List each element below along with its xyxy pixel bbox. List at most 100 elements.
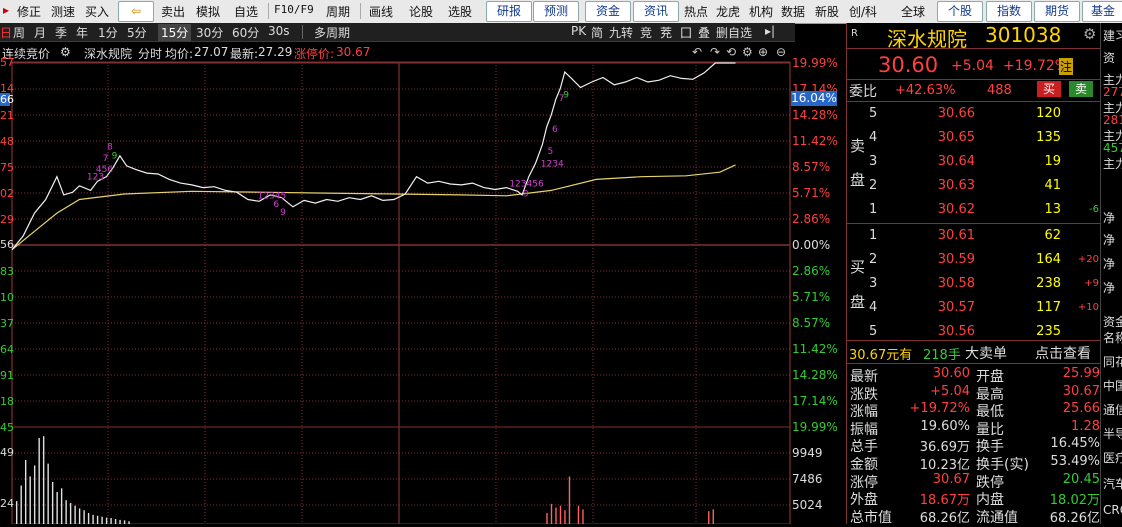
buy-button[interactable]: 买 — [1037, 81, 1061, 97]
toolbar-star[interactable]: 创/科 — [849, 3, 877, 20]
weibi-label: 委比 — [849, 84, 877, 100]
volume-bar — [51, 481, 54, 524]
stat-row: 涨幅 +19.72% 最低 25.66 — [850, 401, 1100, 420]
bid-level: 5 — [869, 324, 878, 339]
fund-flow-text: 汽车 — [1103, 477, 1122, 491]
volume-bar — [123, 520, 126, 524]
toolbar-index-button[interactable]: 指数 — [986, 1, 1032, 22]
bid-volume: 164 — [1036, 252, 1061, 267]
volume-bar — [96, 515, 99, 524]
gear-icon[interactable]: ⚙ — [1083, 25, 1096, 43]
right-tick: 19.99% — [792, 56, 838, 70]
chart-grid — [11, 61, 791, 524]
bid-change: +20 — [1077, 254, 1099, 265]
vol-tick: 9949 — [792, 446, 823, 460]
right-tick: 2.86% — [792, 264, 831, 278]
ask-row[interactable]: 1 30.62 13 -6 — [847, 200, 1101, 221]
left-tick: 48 — [0, 135, 14, 148]
series-last-path — [11, 62, 736, 250]
volume-bar — [101, 516, 103, 524]
td-seq-label: 5 — [548, 147, 554, 157]
volume-bars — [15, 436, 714, 524]
volume-bar — [24, 459, 27, 524]
volume-bar — [87, 513, 90, 524]
bid-row[interactable]: 4 30.57 117 +10 — [847, 298, 1101, 319]
ask-price: 30.63 — [937, 178, 975, 193]
right-tick: 14.28% — [792, 108, 838, 122]
stat-value: 68.26亿 — [919, 510, 970, 526]
stat-row: 涨跌 +5.04 最高 30.67 — [850, 383, 1100, 403]
fund-flow-text: 净 — [1103, 211, 1116, 225]
right-tick: 8.57% — [792, 316, 831, 330]
bid-volume: 238 — [1036, 276, 1061, 291]
stat-value: 10.23亿 — [919, 458, 970, 473]
sell-button[interactable]: 卖 — [1069, 81, 1093, 97]
vol-tick: 5024 — [792, 498, 823, 512]
volume-bar — [74, 505, 76, 524]
left-tick: 24 — [0, 497, 14, 510]
toolbar-futures-button[interactable]: 期货 — [1034, 1, 1080, 22]
bid-row[interactable]: 3 30.58 238 +9 — [847, 274, 1101, 295]
ask-level: 1 — [869, 202, 878, 217]
fund-flow-text: 建习 — [1103, 29, 1122, 43]
fund-flow-text: 同花 — [1103, 355, 1122, 369]
left-tick: 29 — [0, 213, 14, 226]
ask-volume: 41 — [1044, 178, 1061, 193]
left-tick: 57 — [0, 56, 14, 69]
quote-panel: R 深水规院 301038 ⚙ 30.60 +5.04 +19.72% 注 委比… — [846, 23, 1101, 526]
ask-row[interactable]: 4 30.65 135 — [847, 128, 1101, 149]
right-tick: 11.42% — [792, 134, 838, 148]
ask-row[interactable]: 3 30.64 19 — [847, 152, 1101, 173]
right-tick: 11.42% — [792, 342, 838, 356]
stock-code: 301038 — [985, 23, 1062, 47]
volume-bar — [42, 436, 45, 524]
volume-bar — [712, 509, 714, 524]
fund-flow-text: 通信 — [1103, 403, 1122, 417]
bid-level: 3 — [869, 276, 878, 291]
ask-price: 30.65 — [937, 130, 975, 145]
bid-change: +9 — [1084, 278, 1099, 289]
ask-row[interactable]: 2 30.63 41 — [847, 176, 1101, 197]
td-seq-label: 9 — [523, 190, 529, 200]
td-sequence-labels: 1234567891234569123456912345679 — [87, 91, 569, 218]
bid-row[interactable]: 1 30.61 62 — [847, 226, 1101, 247]
weibi-value: +42.63% — [895, 83, 956, 98]
bid-level: 2 — [869, 252, 878, 267]
fund-flow-text: 净 — [1103, 257, 1116, 271]
bid-price: 30.58 — [937, 276, 975, 291]
big-order-link[interactable]: 点击查看 — [1035, 343, 1091, 363]
left-tick: 64 — [0, 343, 14, 356]
fund-flow-text: 281 — [1103, 113, 1122, 127]
chart-frame — [11, 61, 791, 524]
volume-bar — [69, 502, 72, 524]
td-seq-label: 9 — [563, 91, 569, 101]
toolbar-stock-button[interactable]: 个股 — [937, 1, 983, 22]
ask-row[interactable]: 5 30.66 120 — [847, 104, 1101, 125]
stat-row: 外盘 18.67万 内盘 18.02万 — [850, 489, 1100, 508]
right-tick: 0.00% — [792, 238, 831, 252]
bid-level: 1 — [869, 228, 878, 243]
ask-volume: 13 — [1044, 202, 1061, 217]
ask-change: -6 — [1089, 204, 1099, 215]
right-tick: 5.71% — [792, 290, 831, 304]
stat-value: 53.49% — [1050, 454, 1100, 469]
td-seq-label: 12345 — [258, 192, 287, 202]
big-order-label: 大卖单 — [965, 346, 1007, 362]
td-seq-label: 7 — [103, 154, 109, 164]
volume-bar — [15, 501, 18, 524]
volume-bar — [20, 485, 22, 524]
fund-flow-text: 医疗 — [1103, 451, 1122, 465]
bid-row[interactable]: 2 30.59 164 +20 — [847, 250, 1101, 271]
big-order-price: 30.67元有 — [849, 348, 913, 363]
ask-level: 3 — [869, 154, 878, 169]
toolbar-fund-button[interactable]: 基金 — [1082, 1, 1122, 22]
stat-value: 30.67 — [932, 471, 970, 487]
stat-row: 总市值 68.26亿 流通值 68.26亿 — [850, 507, 1100, 526]
ask-volume: 19 — [1044, 154, 1061, 169]
stat-row: 最新 30.60 开盘 25.99 — [850, 366, 1100, 385]
toolbar-global[interactable]: 全球 — [901, 3, 925, 20]
code-flag: R — [851, 28, 858, 39]
intraday-chart[interactable]: 1234567891234569123456912345679 — [0, 0, 846, 524]
ask-level: 4 — [869, 130, 878, 145]
stat-value: +5.04 — [930, 383, 970, 399]
